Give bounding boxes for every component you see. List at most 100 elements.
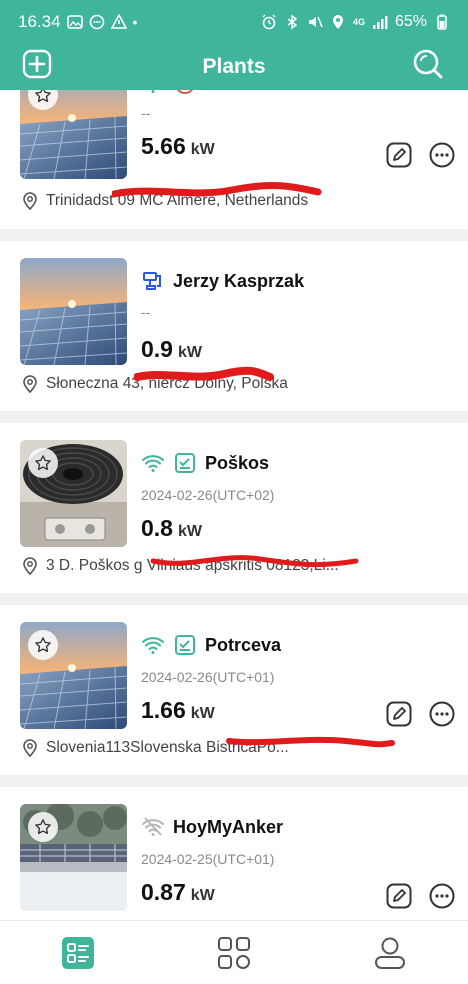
- more-button[interactable]: [429, 701, 455, 727]
- plant-card[interactable]: Jerzy Kasprzak -- 0.9 kW Słoneczna 43, n…: [0, 241, 468, 411]
- plant-title-row: trinidastraat24: [141, 90, 329, 96]
- gallery-icon: [66, 15, 83, 29]
- grid-icon: [218, 936, 250, 969]
- plant-power: 0.8 kW: [141, 515, 202, 542]
- favorite-button[interactable]: [28, 448, 58, 478]
- plant-thumbnail: [20, 804, 127, 911]
- wifi-icon: [151, 90, 155, 93]
- favorite-button[interactable]: [28, 812, 58, 842]
- plant-name: Poškos: [205, 452, 270, 473]
- edit-icon: [386, 883, 412, 909]
- more-button[interactable]: [429, 883, 455, 909]
- plant-power: 1.66 kW: [141, 697, 215, 724]
- alarm-icon: [262, 14, 276, 30]
- edit-button[interactable]: [386, 883, 412, 909]
- plant-title-row: Potrceva: [141, 633, 281, 657]
- edit-icon: [386, 142, 412, 168]
- plant-title-row: HoyMyAnker: [141, 815, 283, 839]
- plant-card[interactable]: HoyMyAnker 2024-02-25(UTC+01) 0.87 kW: [0, 787, 468, 920]
- more-icon: [429, 883, 455, 909]
- location-icon: [332, 15, 343, 29]
- plant-subtitle: --: [141, 304, 151, 320]
- plant-power: 0.87 kW: [141, 879, 215, 906]
- add-icon: [22, 49, 52, 79]
- nav-devices[interactable]: [214, 933, 254, 973]
- location-pin-icon: [23, 557, 37, 575]
- chat-icon: [89, 14, 104, 30]
- plant-power: 0.9 kW: [141, 336, 202, 363]
- plant-address-row: Trinidadst 09 MC Almere, Netherlands: [22, 192, 452, 210]
- power-value: 1.66: [141, 697, 186, 723]
- edit-icon: [386, 701, 412, 727]
- plant-address: Slovenia113Slovenska BistricaPo...: [46, 739, 289, 756]
- plant-name: Jerzy Kasprzak: [173, 270, 305, 291]
- nav-profile[interactable]: [370, 933, 410, 973]
- power-value: 0.8: [141, 515, 173, 541]
- search-icon: [413, 49, 443, 79]
- search-button[interactable]: [412, 48, 444, 80]
- plant-subtitle: 2024-02-25(UTC+01): [141, 851, 275, 867]
- plant-name: Potrceva: [205, 634, 282, 655]
- battery-icon: [437, 14, 447, 30]
- bottom-nav: [0, 920, 468, 984]
- power-value: 0.9: [141, 336, 173, 362]
- star-icon: [35, 819, 51, 835]
- plant-card[interactable]: trinidastraat24 -- 5.66 kW Trinidadst 09…: [0, 90, 468, 229]
- wifi-off-icon: [142, 817, 164, 836]
- status-bar: 16.34 • 4G 65%: [0, 0, 468, 44]
- plant-address: Słoneczna 43, niercz Dolny, Polska: [46, 375, 288, 392]
- nav-plants[interactable]: [58, 933, 98, 973]
- power-unit: kW: [190, 705, 215, 722]
- location-pin-icon: [23, 375, 37, 393]
- favorite-button[interactable]: [28, 630, 58, 660]
- device-icon: [143, 272, 161, 290]
- plant-thumbnail: [20, 622, 127, 729]
- plant-address: 3 D. Poškos g Vilniaus apskritis 08123,L…: [46, 557, 339, 574]
- check-box-icon: [175, 635, 195, 655]
- plant-title-row: Poškos: [141, 451, 269, 475]
- location-pin-icon: [23, 739, 37, 757]
- plant-power: 5.66 kW: [141, 133, 215, 160]
- mute-icon: [308, 16, 323, 28]
- status-time: 16.34: [18, 12, 61, 31]
- bluetooth-icon: [287, 14, 298, 30]
- more-icon: [429, 701, 455, 727]
- signal-icon: [372, 16, 388, 29]
- plant-name: trinidastraat24: [205, 90, 329, 95]
- wifi-icon: [142, 637, 164, 654]
- plant-address-row: Slovenia113Slovenska BistricaPo...: [22, 739, 452, 757]
- profile-icon: [375, 937, 405, 969]
- dot-icon: •: [132, 14, 138, 30]
- power-unit: kW: [177, 344, 202, 361]
- edit-button[interactable]: [386, 701, 412, 727]
- app-screen: 16.34 • 4G 65% Plants -- 5.66 kW Trinida…: [0, 0, 468, 984]
- add-plant-button[interactable]: [22, 49, 52, 79]
- network-type: 4G: [352, 17, 365, 27]
- plant-thumbnail: [20, 440, 127, 547]
- plant-subtitle: 2024-02-26(UTC+02): [141, 487, 275, 503]
- power-unit: kW: [190, 141, 215, 158]
- nav-app-icon: [110, 14, 127, 29]
- battery-percent: 65%: [394, 13, 427, 30]
- plant-name: HoyMyAnker: [173, 816, 284, 837]
- plant-thumbnail: [20, 258, 127, 365]
- plant-card[interactable]: Poškos 2024-02-26(UTC+02) 0.8 kW 3 D. Po…: [0, 423, 468, 593]
- plant-address-row: 3 D. Poškos g Vilniaus apskritis 08123,L…: [22, 557, 452, 575]
- star-icon: [35, 637, 51, 653]
- app-header: Plants: [0, 44, 468, 90]
- power-unit: kW: [190, 887, 215, 904]
- power-value: 5.66: [141, 133, 186, 159]
- wifi-icon: [142, 455, 164, 472]
- plant-list[interactable]: trinidastraat24 -- 5.66 kW Trinidadst 09…: [0, 90, 468, 920]
- more-button[interactable]: [429, 142, 455, 168]
- location-pin-icon: [23, 192, 37, 210]
- star-icon: [35, 455, 51, 471]
- plant-address-row: Słoneczna 43, niercz Dolny, Polska: [22, 375, 452, 393]
- power-unit: kW: [177, 523, 202, 540]
- plant-card[interactable]: Potrceva 2024-02-26(UTC+01) 1.66 kW Slov…: [0, 605, 468, 775]
- plant-subtitle: 2024-02-26(UTC+01): [141, 669, 275, 685]
- edit-button[interactable]: [386, 142, 412, 168]
- offline-icon: [177, 90, 193, 94]
- plant-address: Trinidadst 09 MC Almere, Netherlands: [46, 192, 309, 209]
- plant-subtitle: --: [141, 105, 151, 121]
